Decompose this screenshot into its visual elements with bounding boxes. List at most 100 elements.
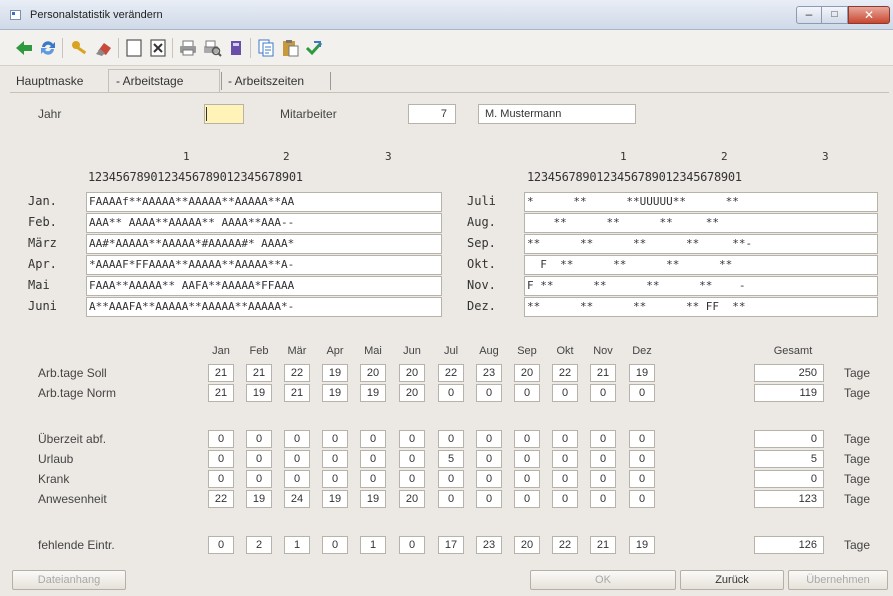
month-row-mar[interactable]: AA#*AAAAA**AAAAA*#AAAAA#* AAAA* (86, 234, 442, 254)
stat-total-cell[interactable]: 123 (754, 490, 824, 508)
stat-total-cell[interactable]: 126 (754, 536, 824, 554)
stat-cell[interactable]: 0 (476, 490, 502, 508)
stat-cell[interactable]: 0 (360, 430, 386, 448)
stat-cell[interactable]: 22 (284, 364, 310, 382)
stat-cell[interactable]: 0 (322, 470, 348, 488)
stat-cell[interactable]: 0 (629, 430, 655, 448)
stat-cell[interactable]: 0 (590, 450, 616, 468)
stat-cell[interactable]: 0 (322, 430, 348, 448)
stat-cell[interactable]: 0 (399, 536, 425, 554)
copy-button[interactable] (256, 38, 276, 58)
confirm-button[interactable] (304, 38, 324, 58)
stat-cell[interactable]: 0 (552, 430, 578, 448)
stat-cell[interactable]: 0 (284, 450, 310, 468)
back-button-bottom[interactable]: Zurück (680, 570, 784, 590)
month-row-may[interactable]: FAAA**AAAAA** AAFA**AAAAA*FFAAA (86, 276, 442, 296)
new-button[interactable] (124, 38, 144, 58)
refresh-button[interactable] (38, 38, 58, 58)
stat-cell[interactable]: 22 (208, 490, 234, 508)
stat-cell[interactable]: 23 (476, 536, 502, 554)
stat-cell[interactable]: 0 (590, 470, 616, 488)
stat-cell[interactable]: 19 (322, 384, 348, 402)
stat-cell[interactable]: 20 (399, 364, 425, 382)
stat-cell[interactable]: 17 (438, 536, 464, 554)
employee-number-field[interactable]: 7 (408, 104, 456, 124)
stat-cell[interactable]: 5 (438, 450, 464, 468)
print-button[interactable] (178, 38, 198, 58)
apply-button[interactable]: Übernehmen (788, 570, 888, 590)
stat-cell[interactable]: 0 (208, 450, 234, 468)
stat-cell[interactable]: 0 (514, 490, 540, 508)
stat-cell[interactable]: 0 (399, 470, 425, 488)
stat-cell[interactable]: 0 (322, 450, 348, 468)
stat-cell[interactable]: 22 (552, 536, 578, 554)
tab-arbeitstage[interactable]: - Arbeitstage (116, 74, 183, 88)
stat-cell[interactable]: 21 (208, 364, 234, 382)
stat-cell[interactable]: 0 (246, 470, 272, 488)
stat-cell[interactable]: 0 (552, 450, 578, 468)
stat-total-cell[interactable]: 250 (754, 364, 824, 382)
stat-cell[interactable]: 20 (399, 490, 425, 508)
month-row-feb[interactable]: AAA** AAAA**AAAAA** AAAA**AAA-- (86, 213, 442, 233)
stat-cell[interactable]: 0 (552, 470, 578, 488)
stat-cell[interactable]: 2 (246, 536, 272, 554)
stat-cell[interactable]: 0 (476, 450, 502, 468)
stat-cell[interactable]: 1 (360, 536, 386, 554)
close-button[interactable]: ✕ (848, 6, 890, 24)
stat-cell[interactable]: 21 (208, 384, 234, 402)
stat-cell[interactable]: 0 (208, 430, 234, 448)
stat-cell[interactable]: 0 (476, 470, 502, 488)
stat-cell[interactable]: 0 (514, 430, 540, 448)
stat-cell[interactable]: 22 (438, 364, 464, 382)
key-button[interactable] (70, 38, 90, 58)
stat-cell[interactable]: 19 (629, 364, 655, 382)
tab-hauptmaske[interactable]: Hauptmaske (16, 74, 83, 88)
stat-cell[interactable]: 0 (629, 490, 655, 508)
month-row-sep[interactable]: ** ** ** ** **- (524, 234, 878, 254)
stat-cell[interactable]: 0 (476, 384, 502, 402)
maximize-button[interactable]: □ (822, 6, 848, 24)
stat-cell[interactable]: 0 (438, 384, 464, 402)
stat-cell[interactable]: 20 (399, 384, 425, 402)
stat-cell[interactable]: 0 (438, 430, 464, 448)
stat-cell[interactable]: 0 (322, 536, 348, 554)
month-row-dec[interactable]: ** ** ** ** FF ** (524, 297, 878, 317)
attachment-button[interactable]: Dateianhang (12, 570, 126, 590)
stat-cell[interactable]: 0 (208, 470, 234, 488)
stat-total-cell[interactable]: 5 (754, 450, 824, 468)
eraser-button[interactable] (94, 38, 114, 58)
stat-cell[interactable]: 0 (360, 450, 386, 468)
month-row-jan[interactable]: FAAAAf**AAAAA**AAAAA**AAAAA**AA (86, 192, 442, 212)
ok-button[interactable]: OK (530, 570, 676, 590)
stat-cell[interactable]: 0 (399, 450, 425, 468)
month-row-apr[interactable]: *AAAAF*FFAAAA**AAAAA**AAAAA**A- (86, 255, 442, 275)
minimize-button[interactable]: – (796, 6, 822, 24)
stat-total-cell[interactable]: 0 (754, 470, 824, 488)
month-row-nov[interactable]: F ** ** ** ** - (524, 276, 878, 296)
stat-cell[interactable]: 20 (360, 364, 386, 382)
stat-cell[interactable]: 0 (552, 384, 578, 402)
month-row-jun[interactable]: A**AAAFA**AAAAA**AAAAA**AAAAA*- (86, 297, 442, 317)
export-button[interactable] (226, 38, 246, 58)
stat-cell[interactable]: 23 (476, 364, 502, 382)
stat-cell[interactable]: 19 (246, 384, 272, 402)
month-row-oct[interactable]: F ** ** ** ** (524, 255, 878, 275)
stat-cell[interactable]: 19 (629, 536, 655, 554)
stat-cell[interactable]: 0 (208, 536, 234, 554)
stat-cell[interactable]: 0 (514, 470, 540, 488)
stat-cell[interactable]: 0 (284, 430, 310, 448)
stat-cell[interactable]: 19 (322, 490, 348, 508)
stat-cell[interactable]: 0 (590, 430, 616, 448)
stat-cell[interactable]: 22 (552, 364, 578, 382)
stat-cell[interactable]: 21 (590, 536, 616, 554)
stat-cell[interactable]: 0 (514, 450, 540, 468)
stat-total-cell[interactable]: 0 (754, 430, 824, 448)
back-button[interactable] (14, 38, 34, 58)
stat-cell[interactable]: 0 (629, 384, 655, 402)
employee-name-field[interactable]: M. Mustermann (478, 104, 636, 124)
stat-cell[interactable]: 19 (246, 490, 272, 508)
stat-cell[interactable]: 0 (590, 490, 616, 508)
stat-cell[interactable]: 21 (590, 364, 616, 382)
stat-cell[interactable]: 0 (360, 470, 386, 488)
stat-cell[interactable]: 0 (476, 430, 502, 448)
